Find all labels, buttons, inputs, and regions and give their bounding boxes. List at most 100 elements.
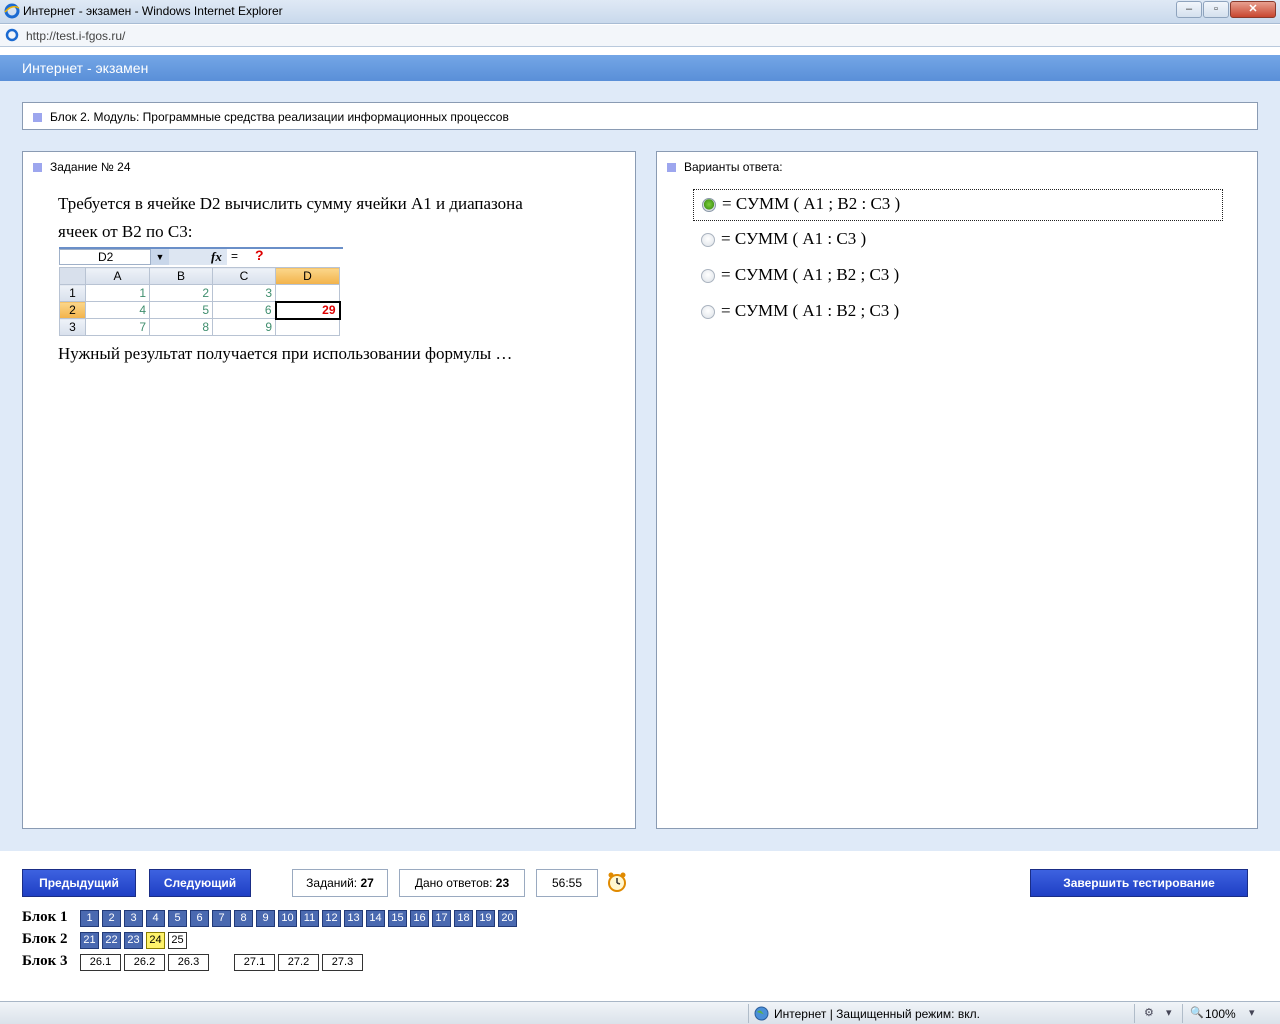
status-separator bbox=[1182, 1004, 1183, 1023]
bullet-icon bbox=[33, 113, 42, 123]
excel-cell bbox=[275, 284, 340, 302]
task-number-27-3[interactable]: 27.3 bbox=[322, 954, 363, 971]
task-number-27-2[interactable]: 27.2 bbox=[278, 954, 319, 971]
app-title: Интернет - экзамен bbox=[22, 60, 149, 76]
excel-col-header: B bbox=[149, 267, 213, 285]
task-number-21[interactable]: 21 bbox=[80, 932, 99, 949]
block-title: Блок 2. Модуль: Программные средства реа… bbox=[50, 110, 509, 124]
radio-icon[interactable] bbox=[701, 305, 715, 319]
task-number-5[interactable]: 5 bbox=[168, 910, 187, 927]
maximize-button[interactable]: ▫ bbox=[1203, 1, 1229, 18]
excel-col-header: A bbox=[85, 267, 150, 285]
task-number-15[interactable]: 15 bbox=[388, 910, 407, 927]
next-button[interactable]: Следующий bbox=[149, 869, 251, 897]
task-number-26-2[interactable]: 26.2 bbox=[124, 954, 165, 971]
excel-formula-bar: D2 ▼ fx = ? bbox=[59, 247, 343, 265]
tasks-count-box: Заданий: 27 bbox=[292, 869, 388, 897]
excel-image: D2 ▼ fx = ? A B C D 1 1 2 3 2 4 5 6 29 3… bbox=[59, 247, 343, 337]
security-zone: Интернет | Защищенный режим: вкл. bbox=[774, 1007, 980, 1021]
tasks-label: Заданий: bbox=[306, 876, 358, 890]
task-number-16[interactable]: 16 bbox=[410, 910, 429, 927]
excel-cell: 5 bbox=[149, 301, 213, 319]
block-3-label: Блок 3 bbox=[22, 953, 68, 969]
chevron-down-icon[interactable]: ▾ bbox=[1249, 1006, 1255, 1019]
block-2-label: Блок 2 bbox=[22, 931, 68, 947]
answer-text: = СУММ ( A1 ; B2 : C3 ) bbox=[722, 194, 901, 213]
excel-row-header: 1 bbox=[59, 284, 86, 302]
answered-label: Дано ответов: bbox=[414, 876, 493, 890]
task-number-20[interactable]: 20 bbox=[498, 910, 517, 927]
task-number-4[interactable]: 4 bbox=[146, 910, 165, 927]
answer-option-4[interactable]: = СУММ ( A1 : B2 ; C3 ) bbox=[693, 297, 1223, 329]
question-text-1: Требуется в ячейке D2 вычислить сумму яч… bbox=[58, 194, 523, 213]
excel-cell: 2 bbox=[149, 284, 213, 302]
answer-text: = СУММ ( A1 : C3 ) bbox=[721, 229, 867, 248]
status-bar: Интернет | Защищенный режим: вкл. ⚙ ▾ 🔍 … bbox=[0, 1001, 1280, 1024]
window-title: Интернет - экзамен - Windows Internet Ex… bbox=[23, 4, 283, 18]
excel-question-mark: ? bbox=[255, 247, 264, 263]
zoom-level[interactable]: 100% bbox=[1205, 1007, 1236, 1021]
excel-col-header: D bbox=[275, 267, 340, 285]
finish-test-button[interactable]: Завершить тестирование bbox=[1030, 869, 1248, 897]
task-number-2[interactable]: 2 bbox=[102, 910, 121, 927]
task-number-11[interactable]: 11 bbox=[300, 910, 319, 927]
task-number-27-1[interactable]: 27.1 bbox=[234, 954, 275, 971]
task-number-8[interactable]: 8 bbox=[234, 910, 253, 927]
url-text[interactable]: http://test.i-fgos.ru/ bbox=[26, 29, 125, 43]
answer-option-1[interactable]: = СУММ ( A1 ; B2 : C3 ) bbox=[693, 189, 1223, 221]
radio-selected-icon[interactable] bbox=[702, 198, 716, 212]
page-icon bbox=[5, 28, 19, 42]
tasks-value: 27 bbox=[360, 876, 374, 890]
radio-icon[interactable] bbox=[701, 233, 715, 247]
answer-option-2[interactable]: = СУММ ( A1 : C3 ) bbox=[693, 225, 1223, 257]
question-panel: Задание № 24 Требуется в ячейке D2 вычис… bbox=[22, 151, 636, 829]
task-number-19[interactable]: 19 bbox=[476, 910, 495, 927]
task-number-3[interactable]: 3 bbox=[124, 910, 143, 927]
close-button[interactable]: ✕ bbox=[1230, 1, 1276, 18]
task-number-12[interactable]: 12 bbox=[322, 910, 341, 927]
excel-cell: 1 bbox=[85, 284, 150, 302]
ie-logo-icon bbox=[4, 3, 20, 19]
task-number-24[interactable]: 24 bbox=[146, 932, 165, 949]
task-number-22[interactable]: 22 bbox=[102, 932, 121, 949]
task-number-26-3[interactable]: 26.3 bbox=[168, 954, 209, 971]
task-number-25[interactable]: 25 bbox=[168, 932, 187, 949]
radio-icon[interactable] bbox=[701, 269, 715, 283]
task-number-13[interactable]: 13 bbox=[344, 910, 363, 927]
task-number-18[interactable]: 18 bbox=[454, 910, 473, 927]
task-number-7[interactable]: 7 bbox=[212, 910, 231, 927]
question-text-3: Нужный результат получается при использо… bbox=[58, 344, 513, 363]
previous-button[interactable]: Предыдущий bbox=[22, 869, 136, 897]
minimize-button[interactable]: – bbox=[1176, 1, 1202, 18]
excel-row-header: 2 bbox=[59, 301, 86, 319]
app-header: Интернет - экзамен bbox=[0, 55, 1280, 81]
excel-eq: = bbox=[231, 249, 239, 263]
fx-icon: fx bbox=[211, 249, 222, 264]
answers-panel: Варианты ответа: = СУММ ( A1 ; B2 : C3 )… bbox=[656, 151, 1258, 829]
address-bar[interactable]: http://test.i-fgos.ru/ bbox=[0, 25, 1280, 47]
task-number-17[interactable]: 17 bbox=[432, 910, 451, 927]
window-titlebar: Интернет - экзамен - Windows Internet Ex… bbox=[0, 0, 1280, 24]
task-number-6[interactable]: 6 bbox=[190, 910, 209, 927]
task-number-10[interactable]: 10 bbox=[278, 910, 297, 927]
maximize-icon: ▫ bbox=[1214, 3, 1218, 15]
task-number-9[interactable]: 9 bbox=[256, 910, 275, 927]
answers-heading: Варианты ответа: bbox=[684, 160, 783, 174]
excel-cell: 6 bbox=[212, 301, 276, 319]
alarm-clock-icon bbox=[608, 872, 626, 892]
protected-mode-icon[interactable]: ⚙ bbox=[1144, 1006, 1154, 1019]
task-number-26-1[interactable]: 26.1 bbox=[80, 954, 121, 971]
chevron-down-icon: ▼ bbox=[151, 249, 169, 265]
question-text-2: ячеек от B2 по C3: bbox=[58, 222, 193, 241]
excel-cell: 7 bbox=[85, 318, 150, 336]
answered-value: 23 bbox=[495, 876, 510, 890]
answer-option-3[interactable]: = СУММ ( A1 ; B2 ; C3 ) bbox=[693, 261, 1223, 293]
chevron-down-icon[interactable]: ▾ bbox=[1166, 1006, 1172, 1019]
zoom-icon[interactable]: 🔍 bbox=[1190, 1006, 1204, 1019]
task-number-23[interactable]: 23 bbox=[124, 932, 143, 949]
task-number-14[interactable]: 14 bbox=[366, 910, 385, 927]
status-separator bbox=[748, 1004, 749, 1023]
excel-cell: 8 bbox=[149, 318, 213, 336]
task-number-1[interactable]: 1 bbox=[80, 910, 99, 927]
answer-text: = СУММ ( A1 : B2 ; C3 ) bbox=[721, 301, 900, 320]
